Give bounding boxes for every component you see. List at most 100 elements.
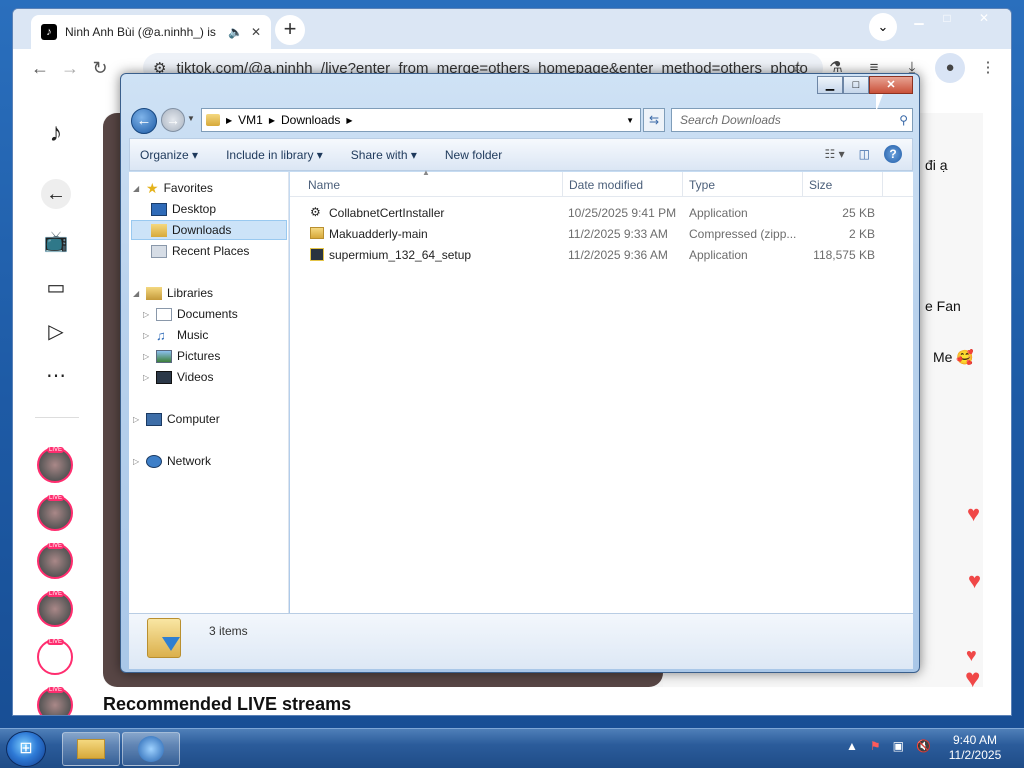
chevron-right-icon[interactable]: ▶ (269, 116, 275, 125)
back-button[interactable]: ← (131, 108, 157, 134)
start-button[interactable]: ⊞ (6, 731, 46, 767)
column-name[interactable]: Name (308, 178, 340, 192)
change-view-icon[interactable]: ☷ ▾ (825, 147, 845, 161)
application-icon: ⚙ (310, 205, 321, 219)
new-folder-button[interactable]: New folder (445, 148, 502, 162)
live-avatar[interactable]: LIVE (37, 591, 73, 627)
back-arrow-icon[interactable]: ← (41, 179, 71, 209)
nav-item-music[interactable]: ▷ ♫ Music (143, 325, 289, 345)
chat-text: e Fan (925, 298, 961, 314)
nav-item-videos[interactable]: ▷ Videos (143, 367, 289, 387)
recent-pages-icon[interactable]: ▼ (187, 114, 195, 123)
explorer-taskbar-button[interactable] (62, 732, 120, 766)
expand-icon[interactable]: ▷ (143, 373, 151, 382)
close-tab-icon[interactable]: ✕ (251, 25, 261, 39)
nav-item-documents[interactable]: ▷ Documents (143, 304, 289, 324)
forward-icon[interactable]: → (55, 53, 85, 83)
organize-button[interactable]: Organize ▾ (140, 148, 198, 162)
include-in-library-button[interactable]: Include in library ▾ (226, 148, 323, 162)
refresh-button[interactable]: ⇆ (643, 108, 665, 132)
file-row[interactable]: supermium_132_64_setup 11/2/2025 9:36 AM… (290, 244, 913, 265)
downloads-folder-icon (147, 618, 181, 658)
column-divider[interactable] (802, 172, 803, 197)
search-icon[interactable]: ⚲ (899, 113, 908, 127)
divider (35, 417, 79, 418)
nav-computer[interactable]: ▷ Computer (133, 409, 291, 429)
expand-icon[interactable]: ▷ (143, 310, 151, 319)
nav-libraries[interactable]: ◢ Libraries (133, 283, 291, 303)
clock-time: 9:40 AM (952, 733, 998, 747)
show-hidden-icons[interactable]: ▲ (846, 739, 858, 753)
close-icon[interactable]: ✕ (869, 76, 913, 94)
tiktok-logo-icon[interactable]: ♪ (41, 117, 71, 147)
column-date-modified[interactable]: Date modified (569, 178, 643, 192)
expand-icon[interactable]: ▷ (133, 457, 141, 466)
address-bar[interactable]: ▶ VM1 ▶ Downloads ▶ ▼ (201, 108, 641, 132)
explore-icon[interactable]: ▷ (41, 317, 71, 347)
more-icon[interactable]: ⋯ (41, 361, 71, 391)
speaker-icon[interactable]: 🔈 (228, 25, 243, 39)
breadcrumb-item[interactable]: VM1 (238, 113, 263, 127)
breadcrumb-item[interactable]: Downloads (281, 113, 340, 127)
live-avatar[interactable]: LIVE (37, 447, 73, 483)
chevron-right-icon[interactable]: ▶ (346, 116, 352, 125)
reload-icon[interactable]: ↻ (85, 53, 115, 83)
expand-icon[interactable]: ▷ (143, 331, 151, 340)
maximize-icon[interactable]: □ (843, 76, 869, 94)
column-headers: Name ▲ Date modified Type Size (290, 168, 913, 197)
maximize-icon[interactable]: □ (933, 9, 961, 29)
expand-icon[interactable]: ◢ (133, 289, 141, 298)
back-icon[interactable]: ← (25, 53, 55, 83)
expand-icon[interactable]: ▷ (143, 352, 151, 361)
volume-muted-icon[interactable]: 🔇 (916, 739, 931, 753)
video-camera-icon[interactable]: ▭ (41, 273, 71, 303)
menu-icon[interactable]: ⋮ (973, 53, 1003, 83)
column-divider[interactable] (882, 172, 883, 197)
browser-taskbar-button[interactable] (122, 732, 180, 766)
live-avatar[interactable]: LIVE (37, 495, 73, 531)
nav-item-downloads[interactable]: Downloads (131, 220, 287, 240)
preview-pane-icon[interactable]: ◫ (859, 147, 870, 161)
forward-button[interactable]: → (161, 108, 185, 132)
nav-item-recent-places[interactable]: Recent Places (151, 241, 289, 261)
nav-network[interactable]: ▷ Network (133, 451, 291, 471)
expand-icon[interactable]: ▷ (133, 415, 141, 424)
column-type[interactable]: Type (689, 178, 715, 192)
minimize-icon[interactable]: ▁ (905, 9, 933, 29)
network-icon[interactable]: ▣ (893, 739, 904, 753)
tab-search-button[interactable]: ⌄ (869, 13, 897, 41)
action-center-icon[interactable]: ⚑ (870, 739, 881, 753)
live-avatar[interactable]: LIVE (37, 543, 73, 579)
browser-tab[interactable]: ♪ Ninh Anh Bùi (@a.ninhh_) is 🔈 ✕ (31, 15, 271, 49)
profile-icon[interactable]: ● (935, 53, 965, 83)
live-avatar[interactable]: LIVE (37, 639, 73, 675)
tv-icon[interactable]: 📺 (41, 227, 71, 257)
chevron-right-icon[interactable]: ▶ (226, 116, 232, 125)
share-with-button[interactable]: Share with ▾ (351, 148, 417, 162)
like-button[interactable]: ♥ (965, 663, 980, 694)
computer-icon (146, 412, 162, 426)
address-dropdown-icon[interactable]: ▼ (626, 116, 634, 125)
file-date: 11/2/2025 9:33 AM (568, 227, 668, 241)
nav-favorites[interactable]: ◢ ★ Favorites (133, 178, 291, 198)
new-tab-button[interactable]: + (275, 15, 305, 45)
minimize-icon[interactable]: ▁ (817, 76, 843, 94)
heart-icon: ♥ (967, 501, 981, 526)
clock[interactable]: 9:40 AM 11/2/2025 (940, 733, 1010, 763)
column-divider[interactable] (682, 172, 683, 197)
file-name: Makuadderly-main (329, 227, 428, 241)
documents-icon (156, 307, 172, 321)
close-icon[interactable]: ✕ (961, 9, 1007, 29)
live-avatar[interactable]: LIVE (37, 687, 73, 715)
help-icon[interactable]: ? (884, 145, 902, 163)
search-placeholder: Search Downloads (680, 113, 781, 127)
column-divider[interactable] (562, 172, 563, 197)
file-row[interactable]: Makuadderly-main 11/2/2025 9:33 AM Compr… (290, 223, 913, 244)
file-row[interactable]: ⚙ CollabnetCertInstaller 10/25/2025 9:41… (290, 202, 913, 223)
nav-item-desktop[interactable]: Desktop (151, 199, 289, 219)
music-icon: ♫ (156, 327, 166, 343)
file-size: 2 KB (848, 227, 875, 241)
column-size[interactable]: Size (809, 178, 832, 192)
nav-item-pictures[interactable]: ▷ Pictures (143, 346, 289, 366)
expand-icon[interactable]: ◢ (133, 184, 141, 193)
